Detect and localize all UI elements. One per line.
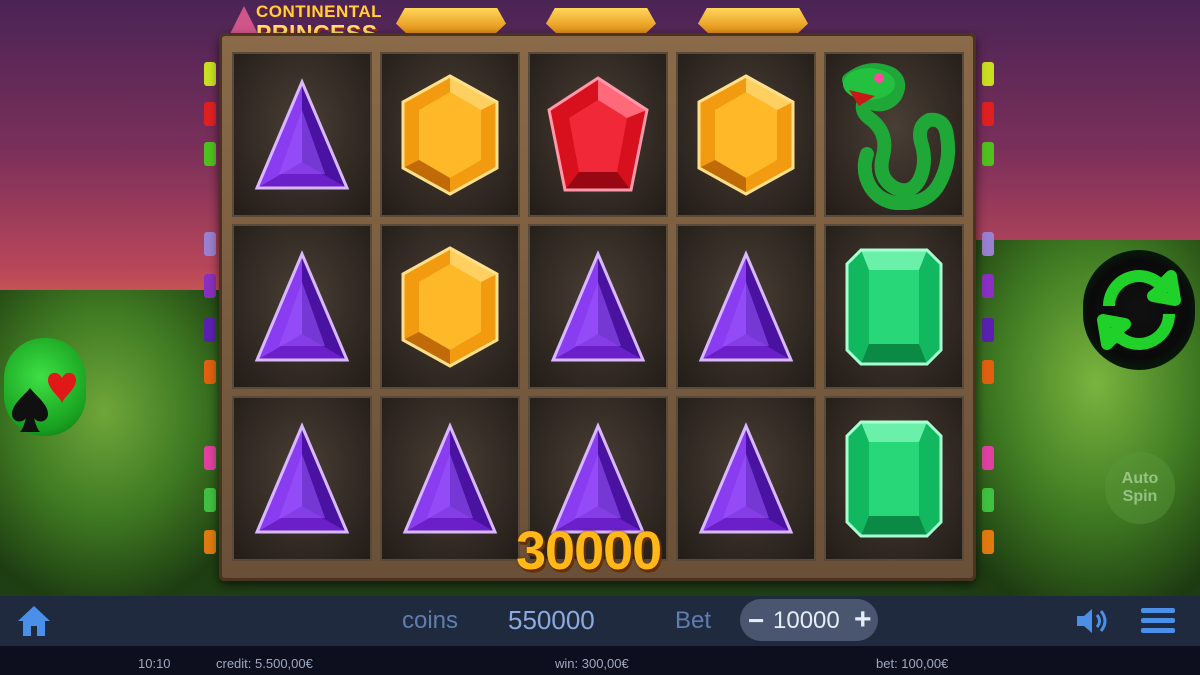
coins-label: coins: [402, 607, 459, 634]
green-serpent-wild-icon: [842, 62, 956, 210]
speaker-icon[interactable]: [1075, 605, 1111, 637]
bet-display: bet: 100,00€: [876, 656, 949, 671]
reel-cell-purple-triangle-gem: [676, 396, 816, 561]
reel-grid: [232, 52, 968, 564]
purple-triangle-gem-icon: [550, 249, 646, 361]
win-display: win: 300,00€: [555, 656, 629, 671]
bet-stepper: − 10000 +: [740, 599, 878, 641]
reel-cell-orange-hexagon-gem: [676, 52, 816, 217]
reel-cell-green-emerald-gem: [824, 224, 964, 389]
gamble-button[interactable]: [4, 338, 86, 436]
purple-triangle-gem-icon: [698, 421, 794, 533]
logo-title-line1: CONTINENTAL: [256, 2, 383, 21]
purple-triangle-gem-icon: [254, 77, 350, 189]
bet-label: Bet: [675, 607, 712, 634]
gold-ornament: [546, 8, 656, 34]
red-pentagon-gem-icon: [547, 75, 649, 191]
gold-ornament: [698, 8, 808, 34]
reel-cell-purple-triangle-gem: [676, 224, 816, 389]
gold-ornament: [396, 8, 506, 34]
orange-hexagon-gem-icon: [401, 245, 499, 368]
purple-triangle-gem-icon: [254, 249, 350, 361]
reel-cell-green-serpent-wild: [824, 52, 964, 217]
reel-cell-orange-hexagon-gem: [380, 52, 520, 217]
auto-spin-label-2: Spin: [1122, 488, 1158, 505]
purple-triangle-gem-icon: [698, 249, 794, 361]
reel-cell-purple-triangle-gem: [380, 396, 520, 561]
menu-icon[interactable]: [1141, 603, 1175, 637]
bet-decrease-button[interactable]: −: [748, 605, 764, 637]
card-suits-icon: [12, 372, 76, 432]
coins-value: 550000: [508, 605, 595, 635]
bet-value: 10000: [773, 607, 840, 634]
reel-cell-purple-triangle-gem: [232, 396, 372, 561]
auto-spin-label-1: Auto: [1121, 470, 1159, 487]
reel-cell-purple-triangle-gem: [232, 52, 372, 217]
bottom-control-bar: [0, 596, 1200, 646]
auto-spin-button[interactable]: Auto Spin: [1105, 452, 1175, 524]
green-emerald-gem-icon: [845, 420, 943, 537]
purple-triangle-gem-icon: [402, 421, 498, 533]
clock: 10:10: [138, 656, 171, 671]
reel-cell-purple-triangle-gem: [528, 224, 668, 389]
green-emerald-gem-icon: [845, 248, 943, 365]
home-icon[interactable]: [16, 604, 52, 638]
orange-hexagon-gem-icon: [401, 73, 499, 196]
reel-cell-orange-hexagon-gem: [380, 224, 520, 389]
win-amount: 30000: [516, 521, 662, 581]
reel-cell-green-emerald-gem: [824, 396, 964, 561]
bet-increase-button[interactable]: +: [854, 603, 872, 637]
reel-cell-purple-triangle-gem: [232, 224, 372, 389]
credit-display: credit: 5.500,00€: [216, 656, 313, 671]
purple-triangle-gem-icon: [254, 421, 350, 533]
refresh-icon: [1097, 270, 1181, 350]
reel-cell-red-pentagon-gem: [528, 52, 668, 217]
spin-button[interactable]: [1083, 250, 1195, 370]
orange-hexagon-gem-icon: [697, 73, 795, 196]
